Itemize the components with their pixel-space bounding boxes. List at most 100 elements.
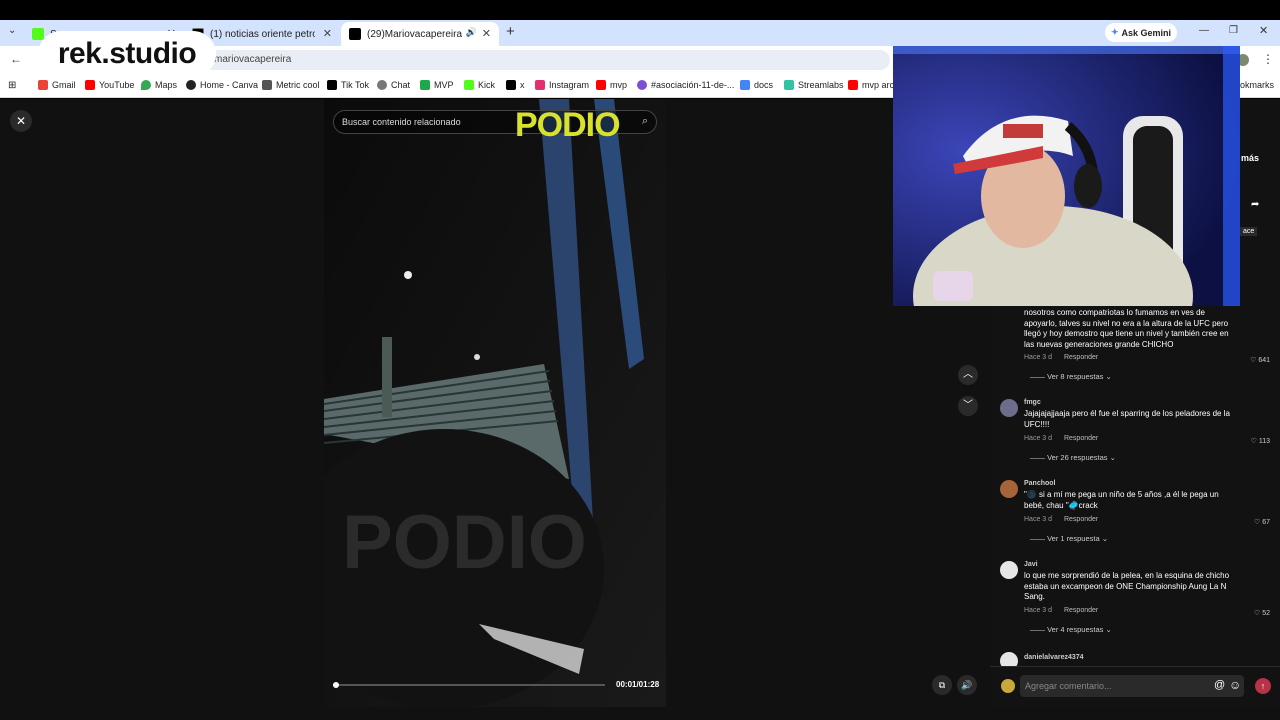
tiktok-icon xyxy=(349,28,361,40)
bookmark-label: Home - Canva xyxy=(200,80,259,90)
bookmark-canva[interactable]: Home - Canva xyxy=(186,80,258,90)
bookmark-metricool[interactable]: Metric cool xyxy=(262,80,320,90)
apps-icon[interactable]: ⊞ xyxy=(8,80,16,91)
video-player[interactable]: Buscar contenido relacionado ⌕ PODIO POD… xyxy=(324,99,666,707)
overlay-logo: rek.studio xyxy=(38,31,216,77)
bookmark-maps[interactable]: Maps xyxy=(141,80,177,90)
comment-text: Jajajajajjaaja pero él fue el sparring d… xyxy=(1024,409,1230,429)
bookmark-youtube[interactable]: YouTube xyxy=(85,80,134,90)
view-replies-label: Ver 1 respuesta xyxy=(1047,534,1100,543)
comment: Javi lo que me sorprendió de la pelea, e… xyxy=(1000,561,1280,641)
watermark-text: PODIO xyxy=(342,500,587,585)
avatar[interactable] xyxy=(1000,399,1018,417)
share-icon[interactable]: ➦ xyxy=(1251,199,1259,210)
tab-title: (29)Mariovacapereira (@m xyxy=(367,28,462,40)
back-icon[interactable]: ← xyxy=(10,52,22,66)
menu-icon[interactable]: ⋮ xyxy=(1262,52,1274,66)
volume-button[interactable]: 🔊 xyxy=(957,675,977,695)
close-viewer-button[interactable]: ✕ xyxy=(10,110,32,132)
user-avatar[interactable] xyxy=(1001,679,1015,693)
avatar[interactable] xyxy=(1000,652,1018,666)
comment-input-bar: Agregar comentario... @ ☺ ↑ xyxy=(990,666,1280,704)
view-replies-button[interactable]: —— Ver 4 respuestas ⌄ xyxy=(1030,625,1112,634)
like-button[interactable]: ♡ 113 xyxy=(1251,437,1270,445)
speaker-icon[interactable]: 🔊 xyxy=(466,27,477,38)
emoji-icon[interactable]: ☺ xyxy=(1229,678,1241,692)
bookmark-gmail[interactable]: Gmail xyxy=(38,80,76,90)
brand-logo-text: PODIO xyxy=(515,106,621,144)
reply-button[interactable]: Responder xyxy=(1064,516,1098,523)
comment-username[interactable]: fmgc xyxy=(1024,399,1041,406)
more-link[interactable]: más xyxy=(1241,153,1259,163)
bookmark-docs[interactable]: docs xyxy=(740,80,773,90)
progress-thumb[interactable] xyxy=(333,682,339,688)
bookmark-mvp[interactable]: MVP xyxy=(420,80,454,90)
view-replies-button[interactable]: —— Ver 1 respuesta ⌄ xyxy=(1030,534,1108,543)
comment-username[interactable]: Javi xyxy=(1024,561,1038,568)
bookmark-tiktok[interactable]: Tik Tok xyxy=(327,80,369,90)
comment-input[interactable]: Agregar comentario... @ ☺ xyxy=(1020,675,1244,697)
tab-3[interactable]: (29)Mariovacapereira (@m 🔊 ✕ xyxy=(341,22,499,46)
url-text: mariovacapereira xyxy=(214,54,292,65)
mention-icon[interactable]: @ xyxy=(1214,679,1225,691)
comment-time: Hace 3 d xyxy=(1024,516,1053,523)
bookmark-label: Instagram xyxy=(549,80,590,90)
window-close-icon[interactable]: ✕ xyxy=(1259,24,1268,37)
bookmark-chat[interactable]: Chat xyxy=(377,80,410,90)
like-count: 52 xyxy=(1262,610,1270,617)
bookmark-label: Kick xyxy=(478,80,496,90)
new-tab-button[interactable]: + xyxy=(506,23,515,40)
comment: nosotros como compatriotas lo fumamos en… xyxy=(1000,308,1280,381)
avatar[interactable] xyxy=(1000,480,1018,498)
bookmark-mvp-youtube[interactable]: mvp xyxy=(596,80,627,90)
progress-track[interactable] xyxy=(333,682,605,688)
side-button[interactable]: ace xyxy=(1240,227,1258,236)
bookmark-kick[interactable]: Kick xyxy=(464,80,495,90)
view-replies-button[interactable]: —— Ver 8 respuestas ⌄ xyxy=(1030,372,1112,381)
mvp-icon xyxy=(420,80,430,90)
reply-button[interactable]: Responder xyxy=(1064,354,1098,361)
kick-icon xyxy=(32,28,44,40)
close-icon[interactable]: ✕ xyxy=(482,27,491,40)
bookmark-streamlabs[interactable]: Streamlabs xyxy=(784,80,844,90)
minimize-icon[interactable]: — xyxy=(1199,25,1209,36)
video-time: 00:01/01:28 xyxy=(616,680,660,689)
like-count: 113 xyxy=(1258,438,1270,445)
view-replies-label: Ver 8 respuestas xyxy=(1047,372,1104,381)
tab-list-chevron-icon[interactable]: ⌄ xyxy=(8,25,16,36)
like-count: 67 xyxy=(1262,519,1270,526)
reply-button[interactable]: Responder xyxy=(1064,607,1098,614)
comment: danielalvarez4374 xyxy=(1000,652,1280,666)
comment-text: lo que me sorprendió de la pelea, en la … xyxy=(1024,571,1230,601)
comment-username[interactable]: Panchool xyxy=(1024,480,1056,487)
avatar[interactable] xyxy=(1000,561,1018,579)
send-button[interactable]: ↑ xyxy=(1255,678,1271,694)
bookmark-label: docs xyxy=(754,80,774,90)
restore-icon[interactable]: ❐ xyxy=(1229,25,1238,36)
bookmark-label: mvp arc xyxy=(862,80,895,90)
view-replies-label: Ver 4 respuestas xyxy=(1047,625,1104,634)
bookmark-x[interactable]: x xyxy=(506,80,525,90)
bookmark-mvp-arc[interactable]: mvp arc xyxy=(848,80,894,90)
gemini-icon: ✦ xyxy=(1110,27,1119,37)
like-button[interactable]: ♡ 641 xyxy=(1250,356,1270,364)
kick-icon xyxy=(464,80,474,90)
scroll-up-button[interactable]: ︿ xyxy=(958,365,978,385)
reply-button[interactable]: Responder xyxy=(1064,435,1098,442)
bookmark-asociacion[interactable]: #asociación-11-de-... xyxy=(637,80,734,90)
comment-username[interactable]: danielalvarez4374 xyxy=(1024,654,1084,661)
view-replies-button[interactable]: —— Ver 26 respuestas ⌄ xyxy=(1030,453,1116,462)
docs-icon xyxy=(740,80,750,90)
like-button[interactable]: ♡ 67 xyxy=(1254,518,1270,526)
scroll-down-button[interactable]: ﹀ xyxy=(958,396,978,416)
bookmark-instagram[interactable]: Instagram xyxy=(535,80,589,90)
bookmark-label: Gmail xyxy=(52,80,76,90)
search-icon[interactable]: ⌕ xyxy=(642,115,648,128)
chatgpt-icon xyxy=(377,80,387,90)
comment-time: Hace 3 d xyxy=(1024,435,1053,442)
close-icon[interactable]: ✕ xyxy=(323,27,332,40)
ask-gemini-button[interactable]: ✦ Ask Gemini xyxy=(1105,23,1177,42)
all-bookmarks[interactable]: okmarks xyxy=(1240,80,1274,90)
mini-player-button[interactable]: ⧉ xyxy=(932,675,952,695)
like-button[interactable]: ♡ 52 xyxy=(1254,609,1270,617)
